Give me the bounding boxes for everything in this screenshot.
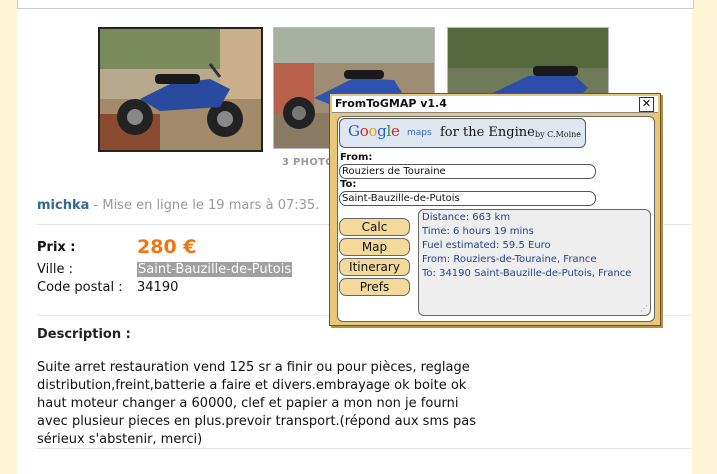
engine-label: for the Engine <box>440 125 535 140</box>
description-label: Description : <box>37 327 131 342</box>
route-result: Distance: 663 km Time: 6 hours 19 mins F… <box>418 209 651 316</box>
popup-titlebar[interactable]: FromToGMAP v1.4 ✕ <box>332 96 658 113</box>
author-link[interactable]: michka <box>37 198 89 213</box>
google-logo: Google <box>348 122 400 140</box>
description-text: Suite arret restauration vend 125 sr a f… <box>37 360 476 447</box>
calc-button[interactable]: Calc <box>339 218 410 236</box>
postcode-value: 34190 <box>137 280 179 295</box>
popup-title: FromToGMAP v1.4 <box>335 97 447 110</box>
to-field[interactable]: Saint-Bauzille-de-Putois <box>339 191 596 206</box>
city-label: Ville : <box>37 262 73 277</box>
author-line: michka - Mise en ligne le 19 mars à 07:3… <box>37 198 319 213</box>
top-frame <box>17 0 694 9</box>
resize-grip-icon[interactable]: ⋰ <box>640 305 648 313</box>
prefs-button[interactable]: Prefs <box>339 278 410 296</box>
map-button[interactable]: Map <box>339 238 410 256</box>
author-credit: by C.Moine <box>535 130 582 139</box>
page-margin-left <box>0 0 17 474</box>
google-maps-badge: Google maps for the Engine by C.Moine <box>339 118 586 148</box>
to-label: To: <box>340 179 357 190</box>
fromtogmap-popup: FromToGMAP v1.4 ✕ Google maps for the En… <box>329 93 661 326</box>
from-field[interactable]: Rouziers de Touraine <box>339 164 596 179</box>
price-value: 280 € <box>137 236 197 258</box>
city-value[interactable]: Saint-Bauzille-de-Putois <box>137 262 293 277</box>
itinerary-button[interactable]: Itinerary <box>339 258 410 276</box>
price-label: Prix : <box>37 240 76 255</box>
posted-date: - Mise en ligne le 19 mars à 07:35. <box>89 198 320 213</box>
result-distance: Distance: 663 km <box>422 212 511 223</box>
photo-count: 3 PHOTO <box>282 157 335 168</box>
popup-body: Google maps for the Engine by C.Moine Fr… <box>337 116 655 322</box>
result-to: To: 34190 Saint-Bauzille-de-Putois, Fran… <box>422 268 632 279</box>
result-time: Time: 6 hours 19 mins <box>422 226 534 237</box>
result-from: From: Rouziers-de-Touraine, France <box>422 254 597 265</box>
maps-label: maps <box>407 128 432 138</box>
result-fuel: Fuel estimated: 59.5 Euro <box>422 240 551 251</box>
from-label: From: <box>340 152 373 163</box>
divider <box>37 448 691 449</box>
close-icon[interactable]: ✕ <box>639 97 654 112</box>
photo-thumbnail-1[interactable] <box>98 27 263 152</box>
page-margin-right <box>692 0 717 474</box>
postcode-label: Code postal : <box>37 280 123 295</box>
